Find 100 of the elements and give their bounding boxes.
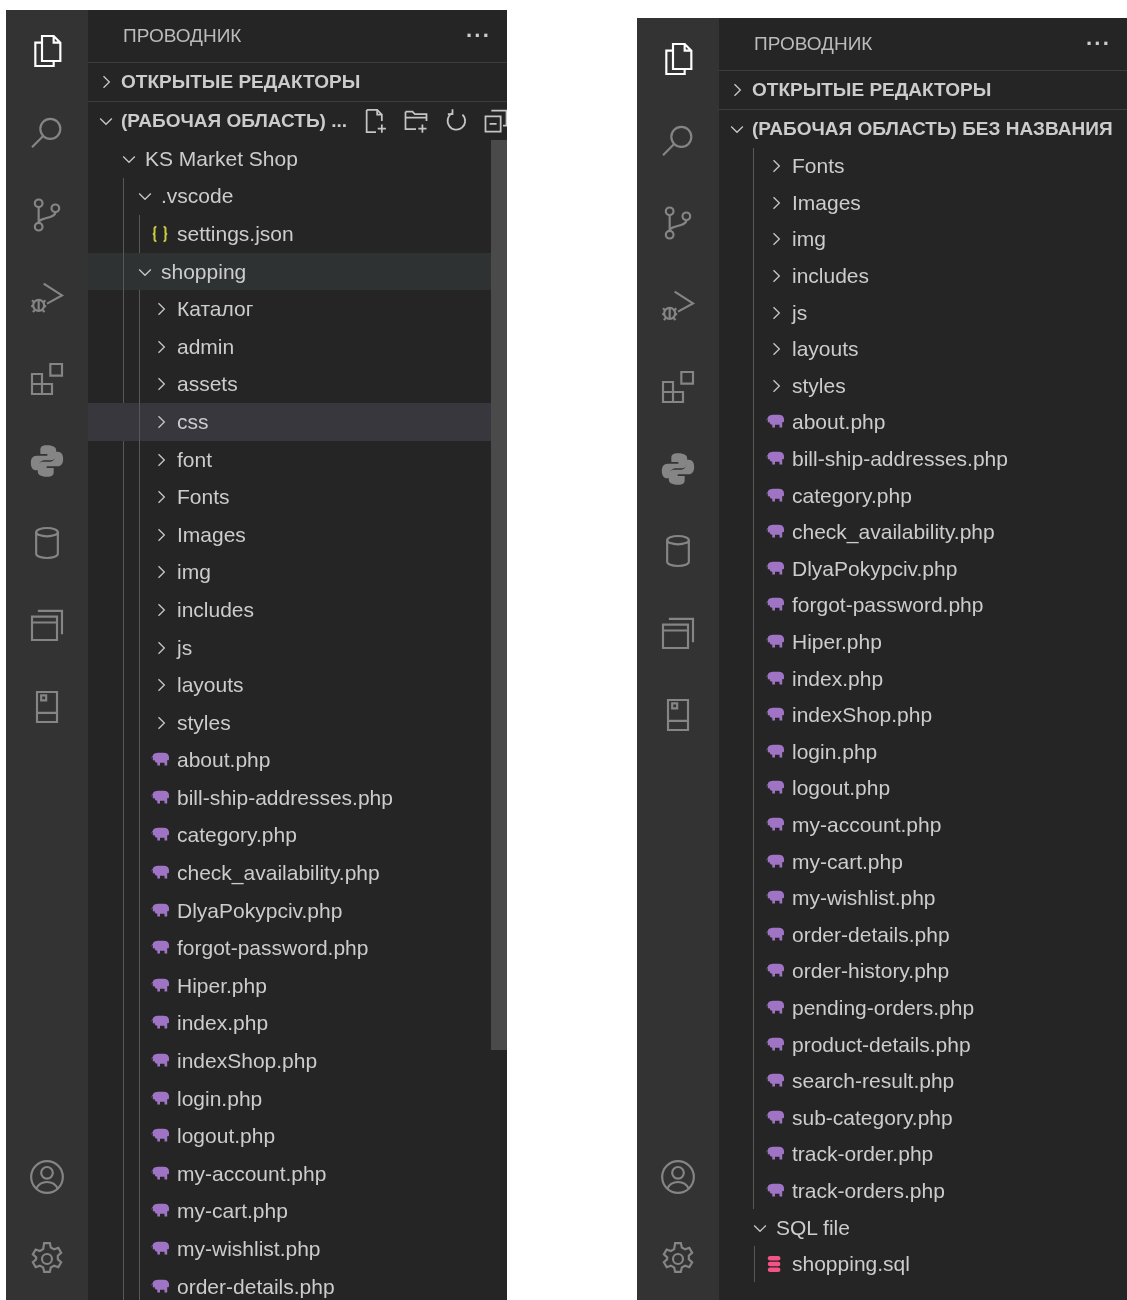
file-name: track-order.php <box>792 1142 934 1167</box>
file-name: index.php <box>792 666 884 691</box>
folder-name: includes <box>792 264 870 289</box>
account-icon[interactable] <box>658 1157 698 1197</box>
folder-name: layouts <box>177 673 244 698</box>
folder-name: Каталог <box>177 297 254 322</box>
tree-row[interactable]: includes <box>88 591 491 629</box>
more-actions-button[interactable]: ··· <box>466 23 491 49</box>
tree-row[interactable]: shopping <box>88 252 491 291</box>
tree-row[interactable]: admin <box>88 327 491 366</box>
explorer-title: ПРОВОДНИК <box>754 33 873 55</box>
file-name: DlyaPokypciv.php <box>177 898 343 923</box>
tree-row[interactable]: order-details.php <box>88 1267 491 1300</box>
tree-row[interactable]: assets <box>88 365 491 404</box>
tree-row[interactable]: img <box>719 221 1127 258</box>
tree-row[interactable]: my-account.php <box>88 1155 491 1193</box>
tree-row[interactable]: Каталог <box>88 290 491 328</box>
tree-row[interactable]: includes <box>719 257 1127 295</box>
tree-row[interactable]: Hiper.php <box>719 623 1127 661</box>
file-name: my-wishlist.php <box>177 1237 321 1261</box>
tree-row[interactable]: layouts <box>88 666 491 704</box>
tree-row[interactable]: product-details.php <box>719 1026 1127 1063</box>
collapse-all-icon[interactable] <box>482 107 507 135</box>
tree-row[interactable]: DlyaPokypciv.php <box>719 550 1127 588</box>
tree-row[interactable]: settings.json <box>88 215 491 253</box>
folder-name: img <box>792 227 826 252</box>
tree-row[interactable]: font <box>88 440 491 479</box>
tree-row[interactable]: indexShop.php <box>719 696 1127 734</box>
tree-row[interactable]: bill-ship-addresses.php <box>88 779 491 817</box>
tree-row[interactable]: Fonts <box>719 148 1127 185</box>
file-name: settings.json <box>177 222 294 246</box>
folder-name: js <box>177 635 193 660</box>
tree-row[interactable]: my-wishlist.php <box>88 1230 491 1268</box>
tree-row[interactable]: pending-orders.php <box>719 989 1127 1027</box>
tree-row[interactable]: js <box>88 628 491 667</box>
tree-row[interactable]: order-details.php <box>719 916 1127 954</box>
tree-row[interactable]: my-cart.php <box>719 843 1127 880</box>
file-name: category.php <box>792 483 912 508</box>
section-header[interactable]: ОТКРЫТЫЕ РЕДАКТОРЫ <box>88 62 507 101</box>
tree-row[interactable]: bill-ship-addresses.php <box>719 440 1127 478</box>
tree-row[interactable]: DlyaPokypciv.php <box>88 891 491 930</box>
tree-row[interactable]: track-order.php <box>719 1136 1127 1173</box>
folder-name: Images <box>177 522 246 547</box>
tree-row[interactable]: check_availability.php <box>719 513 1127 551</box>
tree-row[interactable]: about.php <box>88 741 491 780</box>
tree-row[interactable]: my-cart.php <box>88 1192 491 1231</box>
file-name: logout.php <box>792 776 891 801</box>
section-title: (РАБОЧАЯ ОБЛАСТЬ) ... <box>121 110 347 132</box>
tree-row[interactable]: forgot-password.php <box>88 929 491 968</box>
tree-row[interactable]: check_availability.php <box>88 854 491 892</box>
tree-row[interactable]: KS Market Shop <box>88 140 491 178</box>
tree-row[interactable]: my-account.php <box>719 806 1127 844</box>
tree-row[interactable]: css <box>88 403 491 441</box>
tree-row[interactable]: Fonts <box>88 478 491 516</box>
tree-row[interactable]: sub-category.php <box>719 1099 1127 1137</box>
tree-row[interactable]: index.php <box>719 660 1127 697</box>
account-icon[interactable] <box>27 1157 67 1197</box>
tree-row[interactable]: index.php <box>88 1004 491 1043</box>
file-name: login.php <box>792 739 878 764</box>
tree-row[interactable]: .vscode <box>88 177 491 216</box>
file-name: order-details.php <box>792 922 950 947</box>
section-header[interactable]: ОТКРЫТЫЕ РЕДАКТОРЫ <box>719 70 1127 109</box>
folder-name: js <box>792 300 808 325</box>
tree-row[interactable]: logout.php <box>719 770 1127 807</box>
tree-row[interactable]: login.php <box>88 1079 491 1118</box>
tree-row[interactable]: logout.php <box>88 1117 491 1156</box>
tree-row[interactable]: img <box>88 553 491 592</box>
tree-row[interactable]: order-history.php <box>719 953 1127 990</box>
folder-name: font <box>177 447 213 472</box>
tree-row[interactable]: shopping.sql <box>719 1245 1127 1283</box>
tree-row[interactable]: SQL file <box>719 1209 1127 1246</box>
file-name: my-account.php <box>792 813 942 837</box>
tree-row[interactable]: category.php <box>719 477 1127 514</box>
tree-row[interactable]: my-wishlist.php <box>719 879 1127 917</box>
tree-row[interactable]: Images <box>88 515 491 554</box>
folder-name: Fonts <box>792 154 845 179</box>
tree-row[interactable]: category.php <box>88 816 491 855</box>
tree-row[interactable]: Images <box>719 184 1127 222</box>
tree-row[interactable]: about.php <box>719 404 1127 441</box>
file-name: logout.php <box>177 1124 276 1149</box>
tree-row[interactable]: forgot-password.php <box>719 587 1127 624</box>
file-name: Hiper.php <box>177 973 267 998</box>
tree-row[interactable]: Hiper.php <box>88 967 491 1005</box>
tree-row[interactable]: js <box>719 294 1127 331</box>
tree-row[interactable]: track-orders.php <box>719 1172 1127 1210</box>
file-name: about.php <box>177 748 271 773</box>
file-name: check_availability.php <box>177 861 380 886</box>
tree-row[interactable]: login.php <box>719 733 1127 771</box>
tree-row[interactable]: styles <box>88 703 491 742</box>
file-name: check_availability.php <box>792 520 995 545</box>
tree-row[interactable]: styles <box>719 367 1127 405</box>
file-name: login.php <box>177 1086 263 1111</box>
tree-row[interactable]: search-result.php <box>719 1062 1127 1100</box>
tree-row[interactable]: indexShop.php <box>88 1042 491 1080</box>
file-name: product-details.php <box>792 1032 971 1057</box>
tree-row[interactable]: layouts <box>719 330 1127 368</box>
more-actions-button[interactable]: ··· <box>1086 31 1111 57</box>
scrollbar-thumb[interactable] <box>491 140 507 1050</box>
file-name: shopping.sql <box>792 1252 910 1277</box>
folder-name: assets <box>177 372 238 397</box>
